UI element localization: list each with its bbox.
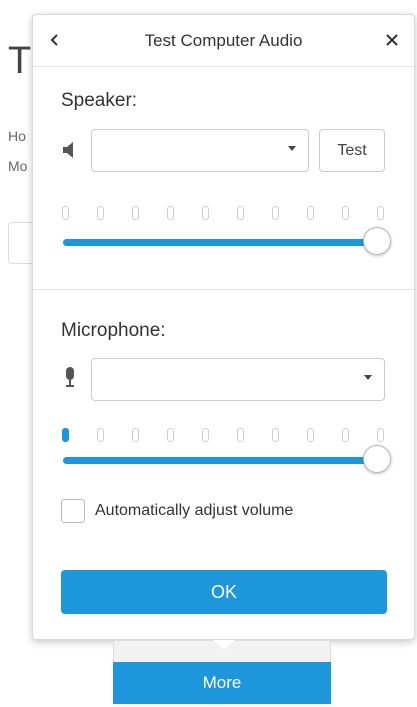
- more-button-area: More: [113, 640, 331, 706]
- speaker-icon: [60, 137, 80, 163]
- dialog-header: Test Computer Audio: [33, 15, 414, 67]
- section-divider: [33, 289, 414, 290]
- level-bar: [377, 428, 384, 442]
- level-bar: [97, 428, 104, 442]
- microphone-volume-slider[interactable]: [63, 445, 391, 475]
- level-bar: [62, 206, 69, 220]
- speaker-level-meter: [62, 206, 384, 220]
- slider-thumb[interactable]: [363, 445, 391, 473]
- level-bar: [167, 428, 174, 442]
- microphone-select[interactable]: [91, 358, 385, 401]
- microphone-icon: [60, 365, 80, 391]
- test-audio-dialog: Test Computer Audio Speaker: Test Microp…: [32, 14, 415, 640]
- level-bar: [97, 206, 104, 220]
- slider-thumb[interactable]: [363, 227, 391, 255]
- popup-pointer-arrow: [213, 640, 235, 650]
- ok-button[interactable]: OK: [61, 570, 387, 614]
- page-title-fragment: T: [8, 40, 32, 82]
- level-bar: [307, 428, 314, 442]
- speaker-volume-slider[interactable]: [63, 227, 391, 257]
- level-bar: [132, 206, 139, 220]
- dialog-title: Test Computer Audio: [144, 30, 303, 50]
- more-button[interactable]: More: [113, 662, 331, 704]
- page-text-fragment: Mo: [8, 158, 28, 174]
- page-text-fragment: Ho: [8, 128, 26, 144]
- level-bar: [342, 206, 349, 220]
- chevron-left-icon[interactable]: [43, 28, 67, 52]
- speaker-label: Speaker:: [61, 90, 138, 111]
- level-bar: [237, 428, 244, 442]
- auto-adjust-volume-option[interactable]: Automatically adjust volume: [61, 499, 293, 523]
- chevron-down-icon: [364, 375, 372, 380]
- level-bar: [307, 206, 314, 220]
- auto-adjust-checkbox[interactable]: [61, 499, 85, 523]
- level-bar: [202, 206, 209, 220]
- test-speaker-button[interactable]: Test: [319, 129, 385, 172]
- level-bar: [202, 428, 209, 442]
- level-bar: [237, 206, 244, 220]
- auto-adjust-label: Automatically adjust volume: [95, 502, 294, 519]
- close-icon[interactable]: [380, 28, 404, 52]
- level-bar: [377, 206, 384, 220]
- slider-fill: [63, 457, 377, 464]
- level-bar: [132, 428, 139, 442]
- level-bar: [342, 428, 349, 442]
- slider-fill: [63, 239, 377, 246]
- level-bar: [167, 206, 174, 220]
- microphone-label: Microphone:: [61, 320, 166, 341]
- level-bar: [272, 428, 279, 442]
- level-bar: [62, 428, 69, 442]
- level-bar: [272, 206, 279, 220]
- chevron-down-icon: [288, 146, 296, 151]
- microphone-level-meter: [62, 428, 384, 442]
- speaker-select[interactable]: [91, 129, 309, 172]
